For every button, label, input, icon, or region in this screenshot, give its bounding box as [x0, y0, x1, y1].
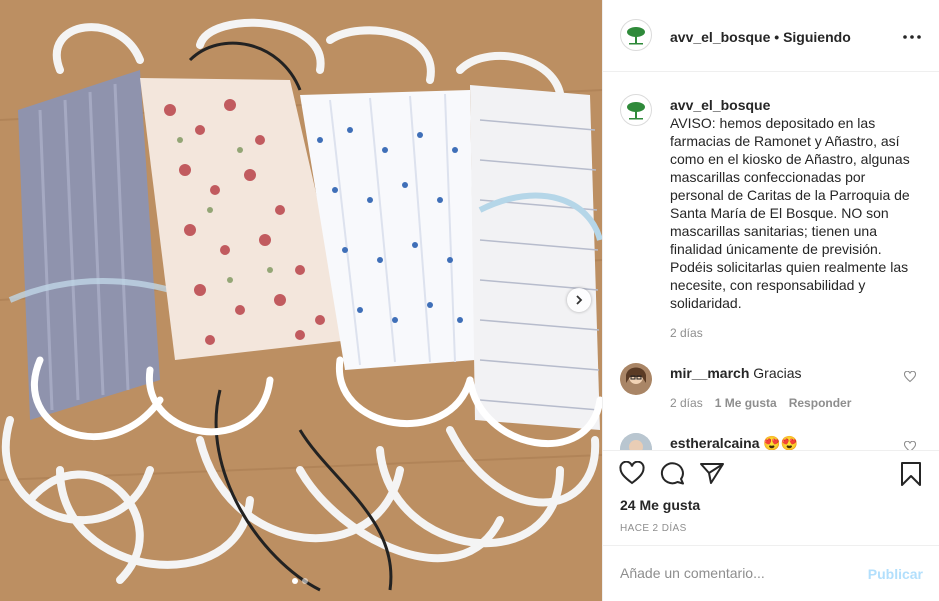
tree-logo-icon — [627, 102, 645, 120]
comment-time: 2 días — [670, 396, 703, 410]
reply-button[interactable]: Responder — [789, 396, 852, 410]
comments-section[interactable]: avv_el_bosque AVISO: hemos depositado en… — [603, 72, 939, 450]
chevron-right-icon — [576, 295, 583, 305]
comment-1-meta: 2 días 1 Me gusta Responder — [670, 396, 851, 410]
avatar[interactable] — [620, 433, 652, 450]
comment-like-button[interactable] — [903, 370, 917, 388]
carousel-dot-active — [292, 578, 298, 584]
save-button[interactable] — [900, 461, 922, 492]
instagram-post-view: avv_el_bosque • Siguiendo avv_el_bosque — [0, 0, 939, 601]
avatar[interactable] — [620, 94, 652, 126]
add-comment-bar: Publicar — [603, 545, 939, 601]
carousel-indicator — [292, 578, 308, 584]
post-side-panel: avv_el_bosque • Siguiendo avv_el_bosque — [602, 0, 939, 601]
comment-button[interactable] — [659, 461, 685, 490]
more-options-button[interactable] — [903, 26, 921, 44]
carousel-dot — [302, 578, 308, 584]
heart-icon — [619, 460, 645, 485]
post-caption: avv_el_bosque AVISO: hemos depositado en… — [670, 96, 920, 312]
avatar[interactable] — [620, 363, 652, 395]
comment-text: Gracias — [753, 365, 802, 381]
masks-photo-illustration — [0, 0, 602, 601]
caption-text: AVISO: hemos depositado en las farmacias… — [670, 115, 910, 311]
post-timestamp: HACE 2 DÍAS — [620, 523, 687, 534]
tree-logo-icon — [627, 27, 645, 45]
post-photo[interactable] — [0, 0, 602, 601]
comment-likes[interactable]: 1 Me gusta — [715, 396, 777, 410]
follow-status-button[interactable]: Siguiendo — [783, 29, 851, 45]
separator-dot: • — [774, 29, 780, 45]
next-photo-button[interactable] — [567, 288, 591, 312]
comment-username[interactable]: estheralcaina — [670, 435, 760, 450]
like-button[interactable] — [619, 460, 645, 490]
post-header: avv_el_bosque • Siguiendo — [603, 0, 939, 72]
user-photo-icon — [620, 363, 652, 395]
avatar[interactable] — [620, 19, 652, 51]
publish-button[interactable]: Publicar — [868, 566, 923, 582]
comment-text: 😍😍 — [763, 435, 799, 450]
header-user-line: avv_el_bosque • Siguiendo — [670, 29, 851, 45]
paper-plane-icon — [700, 463, 724, 484]
comment-1: mir__march Gracias — [670, 365, 802, 381]
more-icon — [903, 35, 921, 39]
comment-username[interactable]: mir__march — [670, 365, 749, 381]
comment-2: estheralcaina 😍😍 — [670, 435, 798, 450]
heart-icon — [903, 440, 917, 450]
header-username[interactable]: avv_el_bosque — [670, 29, 770, 45]
comment-bubble-icon — [660, 462, 684, 485]
comment-input[interactable] — [620, 565, 860, 581]
caption-time: 2 días — [670, 326, 703, 340]
caption-username[interactable]: avv_el_bosque — [670, 96, 920, 114]
heart-icon — [903, 370, 917, 383]
bookmark-icon — [901, 462, 921, 486]
likes-count[interactable]: 24 Me gusta — [620, 497, 700, 513]
user-photo-icon — [620, 433, 652, 450]
post-actions: 24 Me gusta HACE 2 DÍAS — [603, 450, 939, 545]
share-button[interactable] — [699, 461, 725, 490]
comment-like-button[interactable] — [903, 440, 917, 450]
